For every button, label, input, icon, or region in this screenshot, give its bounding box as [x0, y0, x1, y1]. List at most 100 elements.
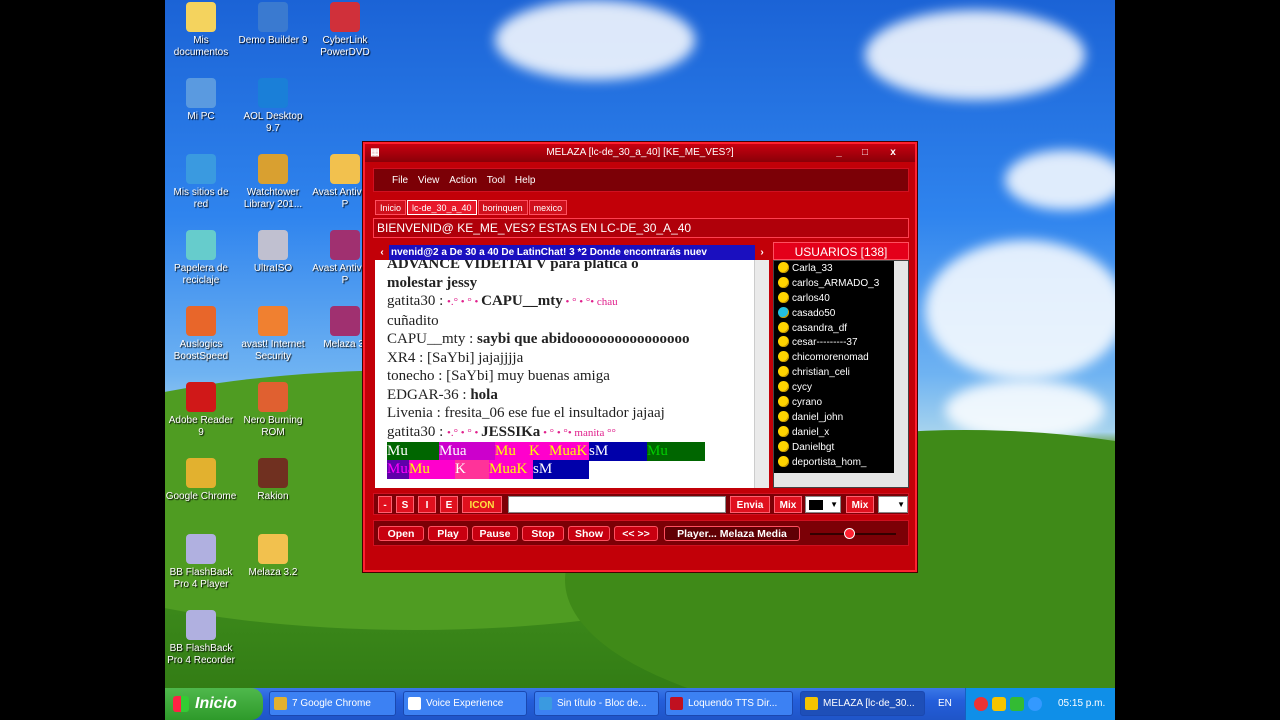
menu-view[interactable]: View [418, 169, 440, 193]
format-dash-button[interactable]: - [378, 496, 392, 513]
user-list-scrollbar[interactable] [894, 261, 908, 473]
title-bar[interactable]: ▦ MELAZA [lc-de_30_a_40] [KE_ME_VES?] _ … [365, 144, 915, 162]
desktop-shortcut[interactable]: BB FlashBack Pro 4 Player [165, 534, 237, 591]
chat-message: gatita30 : •.° • ° • JESSIKa • ° • °• ma… [387, 423, 753, 443]
user-list-item[interactable]: deportista_hom_ [774, 455, 908, 470]
desktop-shortcut[interactable]: Mis sitios de red [165, 154, 237, 211]
tray-app-icon[interactable] [1010, 697, 1024, 711]
tab-mexico[interactable]: mexico [528, 200, 568, 215]
user-list-hscrollbar[interactable] [774, 473, 908, 487]
user-list-item[interactable]: cesar---------37 [774, 335, 908, 350]
chat-message: CAPU__mty : saybi que abidoooooooooooooo… [387, 330, 753, 349]
desktop-shortcut[interactable]: avast! Internet Security [237, 306, 309, 363]
chat-text: fresita_06 ese fue el insultador jajaaj [444, 405, 665, 421]
app-menu-icon[interactable]: ▦ [367, 146, 383, 160]
smiley-icon [778, 366, 789, 378]
ultraiso-icon [258, 230, 288, 260]
marquee-right-arrow[interactable]: › [755, 245, 769, 260]
menu-action[interactable]: Action [449, 169, 477, 193]
format-i-button[interactable]: I [418, 496, 436, 513]
pause-button[interactable]: Pause [472, 526, 518, 541]
desktop-shortcut-label: Melaza 3. [323, 339, 367, 350]
desktop-shortcut[interactable]: Watchtower Library 201... [237, 154, 309, 211]
minimize-button[interactable]: _ [831, 146, 847, 160]
desktop-shortcut[interactable]: Demo Builder 9 [237, 2, 309, 47]
aol-icon [258, 78, 288, 108]
mix-button[interactable]: Mix [774, 496, 802, 513]
send-button[interactable]: Envia [730, 496, 770, 513]
language-indicator[interactable]: EN [938, 688, 952, 720]
desktop-shortcut[interactable]: BB FlashBack Pro 4 Recorder [165, 610, 237, 667]
user-list-item[interactable]: chicomorenomad [774, 350, 908, 365]
taskbar-button[interactable]: 7 Google Chrome [269, 691, 396, 716]
chevron-down-icon: ▼ [830, 500, 838, 509]
tray-app-icon[interactable] [1028, 697, 1042, 711]
stop-button[interactable]: Stop [522, 526, 564, 541]
user-list-item[interactable]: casado50 [774, 306, 908, 321]
chat-scrollbar[interactable] [754, 260, 769, 488]
desktop-shortcut-label: UltraISO [253, 263, 293, 274]
tab-borinquen[interactable]: borinquen [477, 200, 528, 215]
desktop-shortcut[interactable]: Mis documentos [165, 2, 237, 59]
taskbar-button-label: Sin título - Bloc de... [557, 698, 647, 709]
user-name: christian_celi [792, 367, 850, 379]
show-button[interactable]: Show [568, 526, 610, 541]
user-list-item[interactable]: christian_celi [774, 365, 908, 380]
desktop-shortcut[interactable]: CyberLink PowerDVD [309, 2, 381, 59]
chat-decoration: •.° • ° • [447, 296, 482, 308]
smiley-icon [778, 396, 789, 408]
icon-button[interactable]: ICON [462, 496, 502, 513]
user-list-item[interactable]: carlos40 [774, 291, 908, 306]
user-list-item[interactable]: cycy [774, 380, 908, 395]
user-list-item[interactable]: Carla_33 [774, 261, 908, 276]
taskbar-button[interactable]: Voice Experience [403, 691, 527, 716]
open-button[interactable]: Open [378, 526, 424, 541]
desktop-shortcut[interactable]: AOL Desktop 9.7 [237, 78, 309, 135]
start-button[interactable]: Inicio [165, 688, 263, 720]
desktop-shortcut[interactable]: Melaza 3.2 [237, 534, 309, 579]
prev-next-button[interactable]: << >> [614, 526, 658, 541]
tab-lc-de-30-a-40[interactable]: lc-de_30_a_40 [407, 200, 477, 215]
format-e-button[interactable]: E [440, 496, 458, 513]
marquee-left-arrow[interactable]: ‹ [375, 245, 389, 260]
desktop-shortcut[interactable]: Rakion [237, 458, 309, 503]
close-button[interactable]: x [885, 146, 901, 160]
maximize-button[interactable]: □ [857, 146, 873, 160]
tray-app-icon[interactable] [974, 697, 988, 711]
rakion-icon [258, 458, 288, 488]
user-list-item[interactable]: casandra_df [774, 321, 908, 336]
menu-file[interactable]: File [392, 169, 408, 193]
color-select[interactable]: ▼ [805, 496, 841, 513]
desktop-shortcut[interactable]: Google Chrome [165, 458, 237, 503]
play-button[interactable]: Play [428, 526, 468, 541]
desktop-shortcut[interactable]: Papelera de reciclaje [165, 230, 237, 287]
user-list-item[interactable]: carlos_ARMADO_3 [774, 276, 908, 291]
desktop-shortcut[interactable]: Mi PC [165, 78, 237, 123]
desktop-shortcut[interactable]: Auslogics BoostSpeed [165, 306, 237, 363]
user-list-item[interactable]: Danielbgt [774, 440, 908, 455]
desktop-shortcut-label: BB FlashBack Pro 4 Recorder [167, 643, 235, 666]
user-list-item[interactable]: daniel_john [774, 410, 908, 425]
format-s-button[interactable]: S [396, 496, 414, 513]
user-list-item[interactable]: daniel_x [774, 425, 908, 440]
chat-color-segment: Mu [495, 442, 529, 461]
desktop-shortcut-label: Google Chrome [165, 491, 237, 502]
tab-inicio[interactable]: Inicio [375, 200, 407, 215]
taskbar-button-label: MELAZA [lc-de_30... [823, 698, 915, 709]
desktop-shortcut[interactable]: Nero Burning ROM [237, 382, 309, 439]
taskbar-button[interactable]: MELAZA [lc-de_30... [800, 691, 925, 716]
menu-help[interactable]: Help [515, 169, 536, 193]
folder-icon [258, 534, 288, 564]
taskbar-button[interactable]: Sin título - Bloc de... [534, 691, 659, 716]
message-input[interactable] [508, 496, 726, 513]
menu-tool[interactable]: Tool [487, 169, 505, 193]
tray-app-icon[interactable] [992, 697, 1006, 711]
adobe-reader-icon [186, 382, 216, 412]
font-select[interactable]: ▼ [878, 496, 908, 513]
mix2-button[interactable]: Mix [846, 496, 874, 513]
desktop-shortcut[interactable]: UltraISO [237, 230, 309, 275]
desktop-shortcut[interactable]: Adobe Reader 9 [165, 382, 237, 439]
volume-knob[interactable] [844, 528, 855, 539]
user-list-item[interactable]: cyrano [774, 395, 908, 410]
taskbar-button[interactable]: Loquendo TTS Dir... [665, 691, 793, 716]
